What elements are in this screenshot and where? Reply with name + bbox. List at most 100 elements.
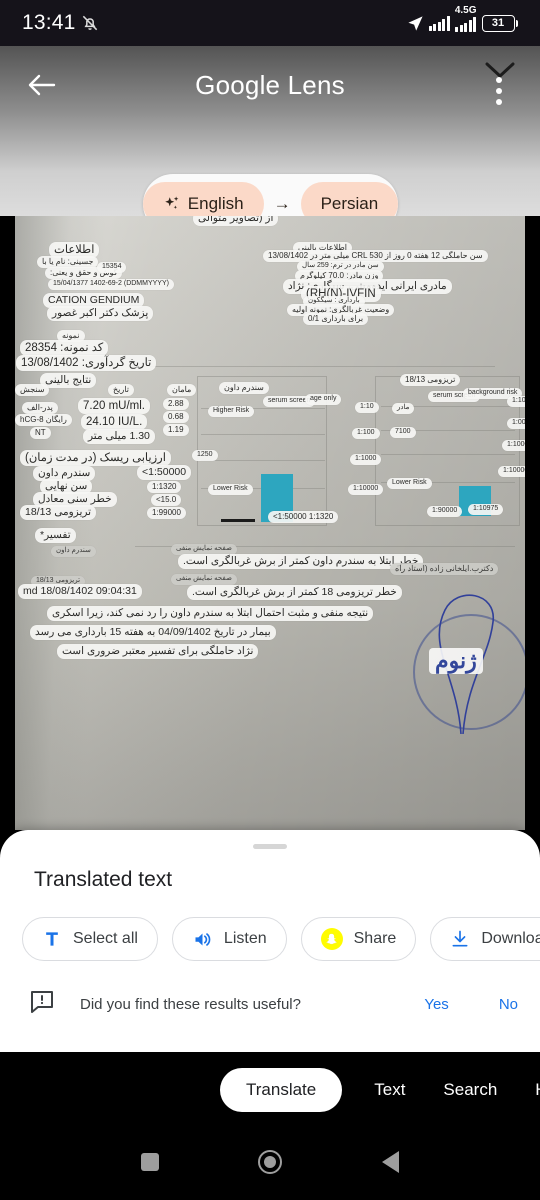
translation-bubble[interactable]: 1:100 bbox=[352, 428, 380, 439]
stamp-text: ژنوم bbox=[429, 648, 483, 674]
share-button[interactable]: Share bbox=[300, 917, 417, 961]
translation-bubble[interactable]: ارزیابی ریسک (در مدت زمان) bbox=[20, 450, 171, 467]
document-rule bbox=[201, 434, 325, 435]
text-select-icon bbox=[46, 932, 58, 946]
mode-text[interactable]: Text bbox=[368, 1080, 411, 1100]
mode-search[interactable]: Search bbox=[437, 1080, 503, 1100]
translation-bubble[interactable]: خطر تریزومی 18 کمتر از برش غربالگری است. bbox=[187, 585, 402, 601]
language-arrow-icon: → bbox=[273, 194, 291, 213]
translation-bubble[interactable]: سنجش bbox=[15, 384, 50, 396]
translation-bubble[interactable]: 2.88 bbox=[163, 398, 189, 410]
translation-bubble[interactable]: مامان bbox=[167, 384, 197, 396]
network-type-group: 4.5G bbox=[455, 5, 477, 32]
translation-bubble[interactable]: کد نمونه: 28354 bbox=[20, 340, 109, 357]
translation-bubble[interactable]: نژاد حاملگی برای تفسیر معتبر ضروری است bbox=[57, 644, 259, 660]
feedback-row: Did you find these results useful? Yes N… bbox=[30, 990, 518, 1019]
translation-bubble[interactable]: 24.10 IU/L. bbox=[81, 414, 148, 431]
document-rule bbox=[381, 454, 515, 455]
translation-bubble[interactable]: 1:10000 bbox=[498, 466, 525, 477]
translation-bubble[interactable]: 1:90000 bbox=[427, 506, 463, 517]
translation-bubble[interactable]: 1:99000 bbox=[147, 507, 186, 519]
translation-bubble[interactable]: 0.68 bbox=[163, 411, 189, 423]
translation-bubble[interactable]: سندرم داون bbox=[219, 382, 269, 394]
source-language-label: English bbox=[187, 194, 244, 213]
translation-bubble[interactable]: 1:10000 bbox=[348, 484, 384, 495]
battery-level: 31 bbox=[481, 14, 515, 32]
captured-document-image[interactable]: ژنوم از (تصاویر متوالی اطلاعات جسینی: نام … bbox=[15, 216, 525, 830]
translation-bubble[interactable]: 1.30 میلی متر bbox=[83, 429, 155, 445]
translation-bubble[interactable]: تفسیر* bbox=[35, 528, 76, 544]
sparkle-icon bbox=[165, 196, 179, 209]
translation-bubble[interactable]: <1:50000 1:1320 bbox=[268, 511, 339, 523]
page-title: Google Lens bbox=[0, 70, 540, 101]
translation-bubble[interactable]: 1:00 bbox=[507, 418, 525, 429]
translation-bubble[interactable]: نتایج بالینی bbox=[40, 373, 97, 389]
translation-bubble[interactable]: از (تصاویر متوالی bbox=[193, 216, 279, 227]
translation-bubble[interactable]: پدر-الف bbox=[22, 402, 58, 414]
back-button[interactable] bbox=[22, 65, 62, 105]
mode-homework[interactable]: Hom bbox=[529, 1080, 540, 1100]
circle-icon bbox=[258, 1150, 282, 1174]
translation-bubble[interactable]: 1:1320 bbox=[147, 481, 182, 493]
translation-bubble[interactable]: رایگان 8-hCG bbox=[15, 414, 72, 426]
translation-bubble[interactable]: age only bbox=[305, 394, 342, 405]
translation-bubble[interactable]: 15354 bbox=[97, 262, 127, 273]
status-time: 13:41 bbox=[22, 11, 76, 34]
more-vertical-icon[interactable] bbox=[496, 77, 502, 105]
translation-bubble[interactable]: NT bbox=[30, 427, 51, 439]
translation-bubble[interactable]: md 18/08/1402 09:04:31 bbox=[18, 584, 142, 600]
location-arrow-icon bbox=[407, 15, 424, 32]
translated-text-sheet[interactable]: Translated text Select all Listen Share … bbox=[0, 830, 540, 1052]
translation-bubble[interactable]: <15.0 bbox=[151, 494, 182, 506]
translation-bubble[interactable]: Higher Risk bbox=[208, 406, 255, 417]
square-icon bbox=[141, 1153, 159, 1171]
translation-bubble[interactable]: مادر bbox=[392, 403, 415, 414]
translation-bubble[interactable]: 1:10 bbox=[507, 396, 525, 407]
triangle-back-icon bbox=[381, 1151, 399, 1173]
translation-bubble[interactable]: خطر ابتلا به سندرم داون کمتر از برش غربا… bbox=[178, 554, 424, 570]
share-label: Share bbox=[353, 930, 397, 947]
select-all-button[interactable]: Select all bbox=[22, 917, 158, 961]
translation-bubble[interactable]: پزشک دکتر اکبر غصور bbox=[47, 306, 154, 322]
header-right-controls[interactable] bbox=[478, 58, 522, 112]
translation-bubble[interactable]: سندرم داون bbox=[51, 546, 96, 557]
translation-bubble[interactable]: تاریخ bbox=[108, 384, 134, 396]
status-bar: 13:41 4.5G 31 bbox=[0, 0, 540, 46]
translation-bubble[interactable]: نتیجه منفی و مثبت احتمال ابتلا به سندرم … bbox=[47, 606, 374, 622]
translation-bubble[interactable]: تریزومی 18/13 bbox=[400, 374, 461, 386]
listen-button[interactable]: Listen bbox=[171, 917, 287, 961]
translation-bubble[interactable]: 1:10975 bbox=[468, 504, 504, 515]
download-pdf-button[interactable]: Download P bbox=[430, 917, 540, 961]
speaker-icon bbox=[195, 932, 211, 946]
translation-bubble[interactable]: 7100 bbox=[390, 427, 416, 438]
translation-bubble[interactable]: صفحه نمایش منفی bbox=[171, 574, 237, 585]
translation-bubble[interactable]: 1250 bbox=[192, 450, 218, 461]
translation-bubble[interactable]: (DDMMYYYY) 15/04/1377 1402-69-2 bbox=[48, 279, 174, 290]
mode-translate[interactable]: Translate bbox=[220, 1068, 343, 1112]
feedback-yes-button[interactable]: Yes bbox=[424, 996, 448, 1013]
feedback-question: Did you find these results useful? bbox=[80, 996, 301, 1013]
title-lens: Lens bbox=[280, 69, 345, 100]
sheet-drag-handle[interactable] bbox=[253, 844, 287, 849]
mode-switcher: Translate Text Search Hom bbox=[0, 1060, 540, 1120]
translation-bubble[interactable]: تاریخ گردآوری: 13/08/1402 bbox=[16, 355, 157, 372]
translation-bubble[interactable]: دکترب.ایلخانی زاده (استاد راه bbox=[390, 563, 499, 575]
translation-bubble[interactable]: برای بارداری 0/1 bbox=[303, 313, 369, 325]
document-rule bbox=[135, 366, 495, 367]
document-rule bbox=[201, 460, 325, 461]
translation-bubble[interactable]: Lower Risk bbox=[208, 484, 253, 495]
translation-bubble[interactable]: Lower Risk bbox=[387, 478, 432, 489]
feedback-no-button[interactable]: No bbox=[499, 996, 518, 1013]
translation-bubble[interactable]: 1:1000 bbox=[502, 440, 525, 451]
nav-recents-button[interactable] bbox=[90, 1153, 210, 1171]
translation-bubble[interactable]: تریزومی 18/13 bbox=[20, 505, 97, 521]
target-language-label: Persian bbox=[320, 194, 379, 213]
nav-home-button[interactable] bbox=[210, 1150, 330, 1174]
translation-bubble[interactable]: 1:1000 bbox=[350, 454, 382, 465]
translation-bubble[interactable]: 1.19 bbox=[163, 424, 189, 436]
translation-bubble[interactable]: بیمار در تاریخ 04/09/1402 به هفته 15 بار… bbox=[30, 625, 276, 641]
nav-back-button[interactable] bbox=[330, 1151, 450, 1173]
translation-bubble[interactable]: <1:50000 bbox=[137, 465, 192, 481]
translation-bubble[interactable]: 7.20 mU/ml. bbox=[78, 398, 150, 415]
translation-bubble[interactable]: 1:10 bbox=[355, 402, 379, 413]
